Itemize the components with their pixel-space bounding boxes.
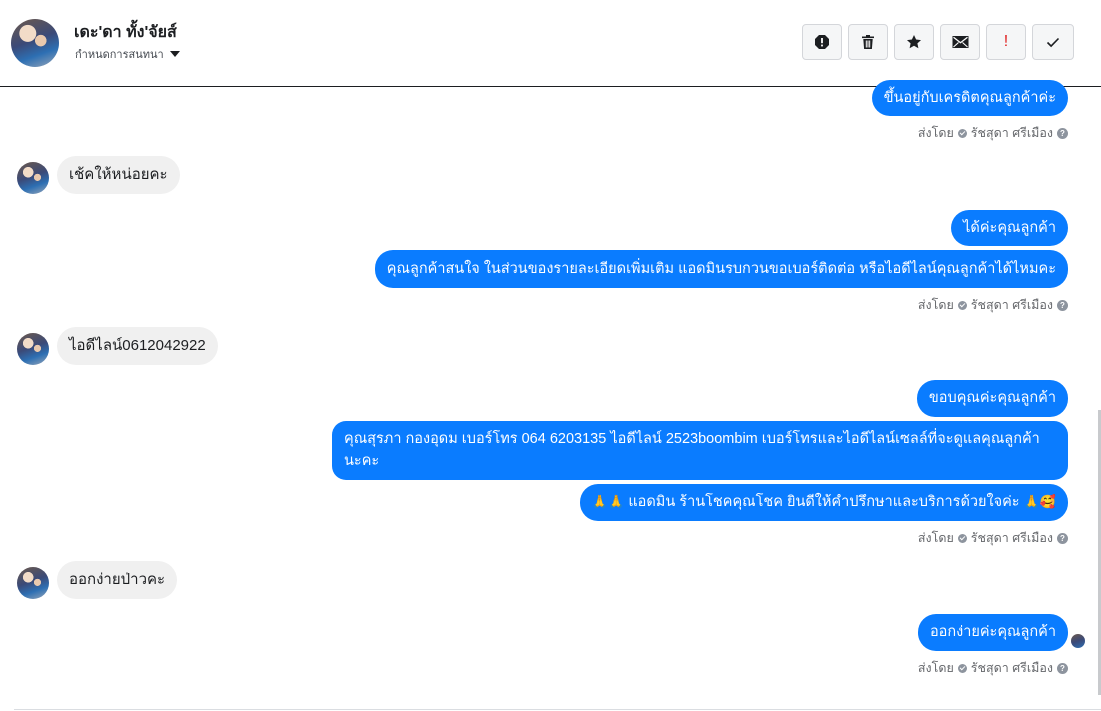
verified-icon xyxy=(957,128,967,138)
message-text: ได้ค่ะคุณลูกค้า xyxy=(963,220,1056,236)
contact-name[interactable]: เดะ'ดา ทั้ง'จัยส์ xyxy=(74,20,177,45)
trash-icon xyxy=(862,35,874,49)
seen-indicator-avatar xyxy=(1071,634,1085,648)
header-actions: ! xyxy=(802,24,1074,60)
verified-icon xyxy=(957,300,967,310)
star-button[interactable] xyxy=(894,24,934,60)
contact-avatar[interactable] xyxy=(11,19,59,67)
sent-by-prefix: ส่งโดย xyxy=(917,126,954,140)
verified-icon xyxy=(957,533,967,543)
pray-emoji: 🙏🙏 xyxy=(591,495,625,510)
star-icon xyxy=(907,35,921,49)
contact-avatar-small xyxy=(17,333,49,365)
outgoing-message: ขึ้นอยู่กับเครดิตคุณลูกค้าค่ะ xyxy=(871,80,1068,116)
outgoing-message: คุณสุรภา กองอุดม เบอร์โทร 064 6203135 ไอ… xyxy=(332,421,1068,480)
message-text: แอดมิน ร้านโชคคุณโชค ยินดีให้คำปรึกษาและ… xyxy=(628,494,1020,510)
help-icon[interactable]: ? xyxy=(1057,532,1068,544)
incoming-message: ออกง่ายป่าวคะ xyxy=(57,561,178,599)
contact-avatar-small xyxy=(17,567,49,599)
smile-emoji: 🙏🥰 xyxy=(1023,495,1056,510)
sent-by-prefix: ส่งโดย xyxy=(917,531,954,545)
report-button[interactable] xyxy=(802,24,842,60)
sent-by-label: ส่งโดย รัชสุดา ศรีเมือง ? xyxy=(918,123,1068,143)
report-icon xyxy=(815,35,829,49)
sender-name: รัชสุดา ศรีเมือง xyxy=(970,531,1053,545)
exclamation-icon: ! xyxy=(1003,33,1009,50)
message-text: ขึ้นอยู่กับเครดิตคุณลูกค้าค่ะ xyxy=(883,90,1056,106)
help-icon[interactable]: ? xyxy=(1057,299,1068,311)
incoming-message: เช้คให้หน่อยคะ xyxy=(57,156,180,194)
envelope-icon xyxy=(952,36,968,48)
delete-button[interactable] xyxy=(848,24,888,60)
message-text: ไอดีไลน์0612042922 xyxy=(69,337,206,354)
message-text: ออกง่ายค่ะคุณลูกค้า xyxy=(929,624,1056,640)
sender-name: รัชสุดา ศรีเมือง xyxy=(970,298,1053,312)
caret-down-icon xyxy=(169,51,180,57)
message-text: ออกง่ายป่าวคะ xyxy=(69,571,166,588)
conversation-settings-label: กำหนดการสนทนา xyxy=(75,49,164,61)
help-icon[interactable]: ? xyxy=(1057,662,1068,674)
sent-by-prefix: ส่งโดย xyxy=(917,661,954,675)
sent-by-label: ส่งโดย รัชสุดา ศรีเมือง ? xyxy=(918,295,1068,315)
sent-by-label: ส่งโดย รัชสุดา ศรีเมือง ? xyxy=(918,658,1068,678)
message-text: เช้คให้หน่อยคะ xyxy=(69,166,168,183)
sent-by-prefix: ส่งโดย xyxy=(917,298,954,312)
message-text: คุณลูกค้าสนใจ ในส่วนของรายละเอียดเพิ่มเต… xyxy=(386,261,1056,277)
conversation-settings-dropdown[interactable]: กำหนดการสนทนา xyxy=(75,45,180,63)
verified-icon xyxy=(957,663,967,673)
outgoing-message: ได้ค่ะคุณลูกค้า xyxy=(951,210,1068,246)
check-icon xyxy=(1046,37,1060,48)
outgoing-message: คุณลูกค้าสนใจ ในส่วนของรายละเอียดเพิ่มเต… xyxy=(374,250,1068,288)
contact-avatar-small xyxy=(17,162,49,194)
mark-done-button[interactable] xyxy=(1032,24,1074,60)
composer-divider xyxy=(14,709,1101,710)
sender-name: รัชสุดา ศรีเมือง xyxy=(970,126,1053,140)
incoming-message: ไอดีไลน์0612042922 xyxy=(57,327,218,365)
message-text: ขอบคุณค่ะคุณลูกค้า xyxy=(928,390,1056,406)
help-icon[interactable]: ? xyxy=(1057,127,1068,139)
message-text: คุณสุรภา กองอุดม เบอร์โทร 064 6203135 ไอ… xyxy=(344,431,1040,469)
spam-button[interactable]: ! xyxy=(986,24,1026,60)
outgoing-message: ออกง่ายค่ะคุณลูกค้า xyxy=(917,614,1068,651)
outgoing-message: 🙏🙏 แอดมิน ร้านโชคคุณโชค ยินดีให้คำปรึกษา… xyxy=(579,484,1068,521)
outgoing-message: ขอบคุณค่ะคุณลูกค้า xyxy=(916,380,1068,417)
conversation-header: เดะ'ดา ทั้ง'จัยส์ กำหนดการสนทนา ! xyxy=(0,0,1101,87)
sent-by-label: ส่งโดย รัชสุดา ศรีเมือง ? xyxy=(918,528,1068,548)
mark-unread-button[interactable] xyxy=(940,24,980,60)
sender-name: รัชสุดา ศรีเมือง xyxy=(970,661,1053,675)
